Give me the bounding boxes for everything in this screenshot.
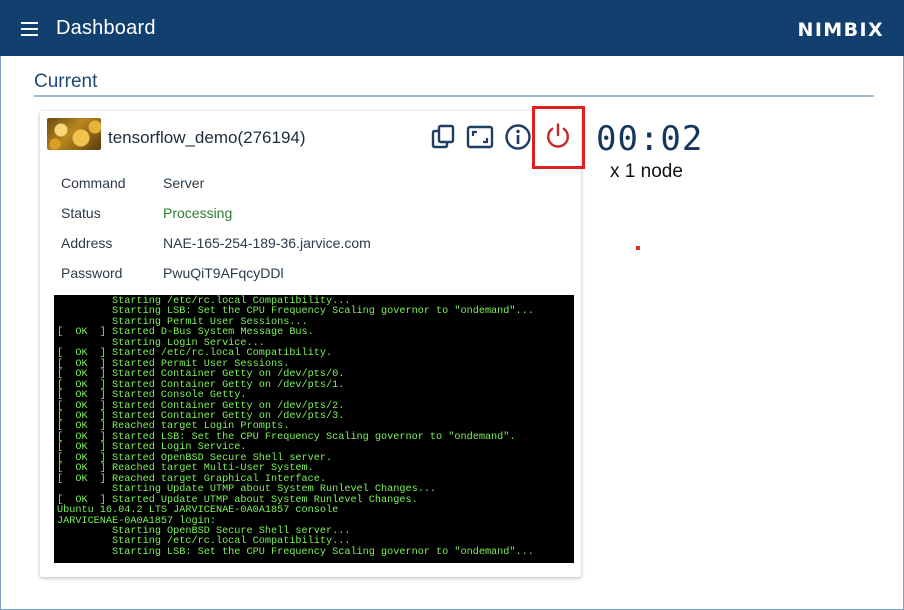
console-line: [ OK ] Started Console Getty. [57,390,247,402]
node-count: x 1 node [610,161,683,182]
power-icon [547,123,569,148]
job-card: tensorflow_demo(276194) Command Server S… [40,106,585,577]
detail-label: Password [61,265,123,281]
detail-value-command: Server [163,175,205,191]
detail-label: Status [61,205,101,221]
power-off-button[interactable] [532,106,585,169]
console-line: Ubuntu 16.04.2 LTS JARVICENAE-0A0A1857 c… [57,505,339,517]
app-title: Dashboard [56,17,156,39]
hamburger-menu-icon[interactable] [21,22,38,36]
status-dot [636,246,640,250]
detail-label: Command [61,175,126,191]
fullscreen-icon[interactable] [465,122,495,152]
info-icon[interactable] [503,122,533,152]
console-output[interactable]: Starting /etc/rc.local Compatibility... … [54,295,574,563]
nimbix-logo[interactable]: NIMBIX [798,19,884,41]
console-line: Starting LSB: Set the CPU Frequency Scal… [57,546,534,558]
section-title-current: Current [34,71,98,92]
detail-value-password: PwuQiT9AFqcyDDl [163,265,284,281]
detail-value-address: NAE-165-254-189-36.jarvice.com [163,235,371,251]
app-thumbnail-image [47,118,101,150]
top-app-bar: Dashboard NIMBIX [0,0,904,56]
section-divider [34,95,874,97]
detail-label: Address [61,235,113,251]
job-name: tensorflow_demo(276194) [108,128,306,147]
copy-icon[interactable] [428,122,458,152]
status-value: Processing [163,205,233,221]
elapsed-timer: 00:02 [596,119,704,159]
